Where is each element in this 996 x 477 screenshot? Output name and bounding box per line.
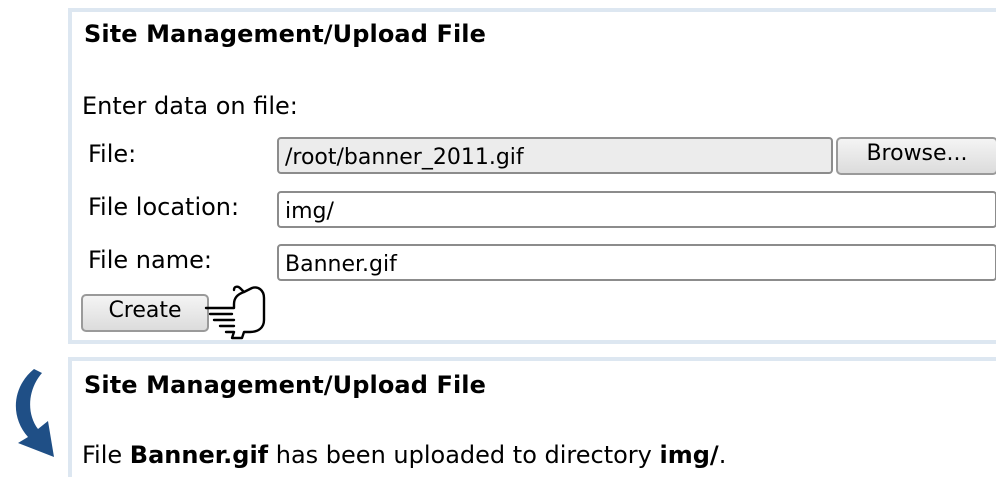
result-suffix: . bbox=[718, 441, 727, 469]
file-name-label: File name: bbox=[88, 246, 212, 274]
form-title: Site Management/Upload File bbox=[84, 20, 486, 48]
result-filename: Banner.gif bbox=[129, 441, 269, 469]
file-name-field[interactable]: Banner.gif bbox=[277, 244, 996, 281]
result-prefix: File bbox=[82, 441, 130, 469]
file-location-label: File location: bbox=[88, 193, 240, 221]
result-directory: img/ bbox=[659, 441, 719, 469]
form-intro: Enter data on file: bbox=[82, 92, 298, 120]
result-message: File Banner.gif has been uploaded to dir… bbox=[82, 441, 726, 469]
result-middle: has been uploaded to directory bbox=[268, 441, 660, 469]
file-path-field[interactable]: /root/banner_2011.gif bbox=[277, 137, 833, 174]
result-title: Site Management/Upload File bbox=[84, 371, 486, 399]
page: Site Management/Upload File Enter data o… bbox=[0, 0, 996, 477]
browse-button[interactable]: Browse... bbox=[836, 137, 996, 175]
upload-result-panel: Site Management/Upload File File Banner.… bbox=[68, 357, 996, 477]
curved-arrow-icon bbox=[15, 369, 55, 457]
pointing-hand-icon bbox=[204, 285, 266, 340]
file-label: File: bbox=[88, 140, 137, 168]
upload-form-panel: Site Management/Upload File Enter data o… bbox=[68, 8, 996, 344]
create-button[interactable]: Create bbox=[81, 294, 209, 332]
file-location-field[interactable]: img/ bbox=[277, 191, 996, 228]
